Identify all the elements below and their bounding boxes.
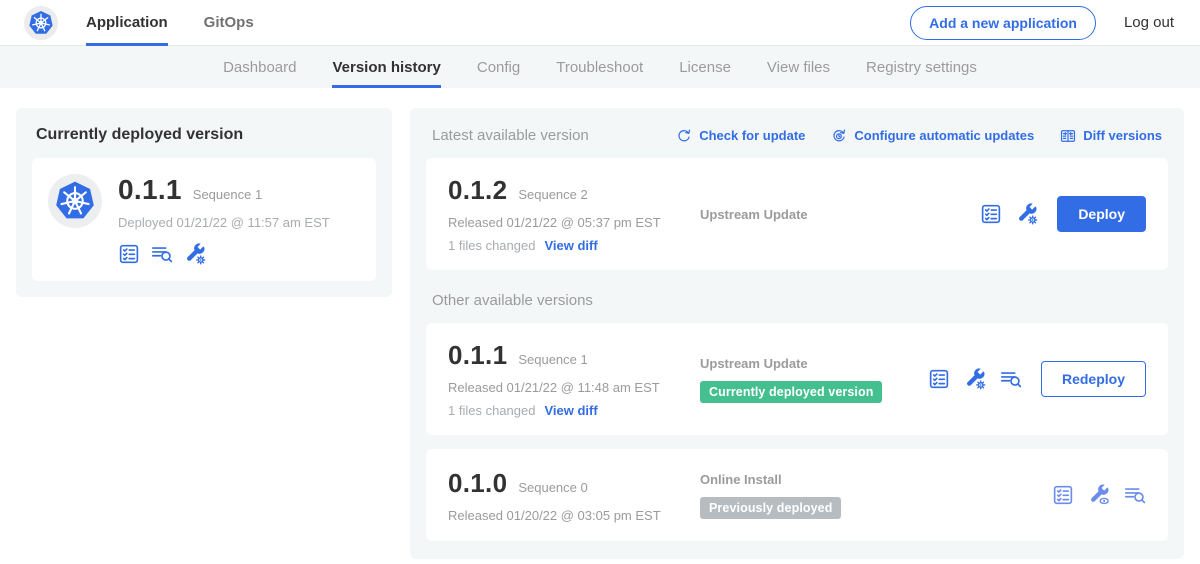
- files-changed-line: 1 files changed View diff: [448, 238, 700, 253]
- header-tab-application[interactable]: Application: [86, 0, 168, 46]
- diff-icon: [1060, 128, 1076, 144]
- header-tab-label: GitOps: [204, 14, 254, 31]
- action-configure-automatic-updates[interactable]: Configure automatic updates: [831, 128, 1034, 144]
- deploy-logs-icon[interactable]: [151, 243, 173, 265]
- edit-config-icon[interactable]: [1016, 203, 1038, 225]
- version-source: Upstream Update Currently deployed versio…: [700, 356, 928, 403]
- deployed-version-number: 0.1.1: [118, 174, 182, 206]
- version-actions: [1052, 484, 1146, 506]
- app-nav-tabs: Application GitOps: [86, 0, 290, 46]
- subnav-tab-label: Registry settings: [866, 59, 977, 76]
- edit-config-icon[interactable]: [964, 368, 986, 390]
- version-row-0-1-0: 0.1.0 Sequence 0 Released 01/20/22 @ 03:05…: [426, 449, 1168, 541]
- status-badge: Previously deployed: [700, 497, 841, 519]
- files-changed-line: 1 files changed View diff: [448, 403, 700, 418]
- sequence-label: Sequence 1: [518, 352, 587, 367]
- version-number: 0.1.1: [448, 340, 507, 371]
- subnav-tab-label: Config: [477, 59, 520, 76]
- version-row-0-1-1: 0.1.1 Sequence 1 Released 01/21/22 @ 11:48…: [426, 323, 1168, 435]
- redeploy-button[interactable]: Redeploy: [1041, 361, 1146, 397]
- version-row-0-1-2: 0.1.2 Sequence 2 Released 01/21/22 @ 05:37…: [426, 158, 1168, 270]
- subnav-tab-config[interactable]: Config: [477, 46, 520, 88]
- action-label: Diff versions: [1083, 128, 1162, 143]
- subnav-tab-license[interactable]: License: [679, 46, 731, 88]
- deploy-logs-icon[interactable]: [1124, 484, 1146, 506]
- version-number: 0.1.0: [448, 468, 507, 499]
- deploy-button[interactable]: Deploy: [1057, 196, 1146, 232]
- source-label: Online Install: [700, 472, 1052, 487]
- header-tab-gitops[interactable]: GitOps: [204, 0, 254, 46]
- deployed-sequence-label: Sequence 1: [193, 187, 262, 202]
- subnav-tab-version-history[interactable]: Version history: [332, 46, 440, 88]
- main-content: Currently deployed version 0.1.1 Sequenc…: [0, 88, 1200, 564]
- files-changed-label: 1 files changed: [448, 403, 535, 418]
- action-label: Configure automatic updates: [854, 128, 1034, 143]
- released-timestamp: Released 01/20/22 @ 03:05 pm EST: [448, 508, 700, 523]
- source-label: Upstream Update: [700, 207, 980, 222]
- version-line: 0.1.2 Sequence 2: [448, 175, 700, 206]
- view-config-icon[interactable]: [1088, 484, 1110, 506]
- version-info: 0.1.0 Sequence 0 Released 01/20/22 @ 03:05…: [448, 468, 700, 523]
- logout-button[interactable]: Log out: [1124, 14, 1174, 31]
- other-available-title: Other available versions: [432, 292, 1162, 309]
- deploy-logs-icon[interactable]: [1000, 368, 1022, 390]
- section-subnav: Dashboard Version history Config Troublesho…: [0, 46, 1200, 88]
- version-info: 0.1.2 Sequence 2 Released 01/21/22 @ 05:37…: [448, 175, 700, 253]
- deployed-version-actions: [118, 243, 330, 265]
- subnav-tab-view-files[interactable]: View files: [767, 46, 830, 88]
- version-history-panel: Latest available version Check for updat…: [410, 108, 1184, 559]
- auto-update-icon: [831, 128, 847, 144]
- version-actions: Redeploy: [928, 361, 1146, 397]
- app-logo: [48, 174, 102, 228]
- status-badge: Currently deployed version: [700, 381, 882, 403]
- subnav-tab-label: Troubleshoot: [556, 59, 643, 76]
- refresh-icon: [676, 128, 692, 144]
- preflight-checks-icon[interactable]: [980, 203, 1002, 225]
- action-check-for-update[interactable]: Check for update: [676, 128, 805, 144]
- version-source: Online Install Previously deployed: [700, 472, 1052, 519]
- kubernetes-logo: [24, 6, 58, 40]
- sequence-label: Sequence 0: [518, 480, 587, 495]
- update-actions: Check for update Configure automatic upda…: [676, 128, 1162, 144]
- latest-available-title: Latest available version: [432, 127, 676, 144]
- source-label: Upstream Update: [700, 356, 928, 371]
- edit-config-icon[interactable]: [184, 243, 206, 265]
- version-actions: Deploy: [980, 196, 1146, 232]
- subnav-tab-registry-settings[interactable]: Registry settings: [866, 46, 977, 88]
- version-number: 0.1.2: [448, 175, 507, 206]
- kubernetes-logo-icon: [28, 10, 54, 36]
- subnav-tab-dashboard[interactable]: Dashboard: [223, 46, 296, 88]
- subnav-tab-label: Dashboard: [223, 59, 296, 76]
- latest-available-header: Latest available version Check for updat…: [426, 124, 1168, 144]
- action-diff-versions[interactable]: Diff versions: [1060, 128, 1162, 144]
- preflight-checks-icon[interactable]: [118, 243, 140, 265]
- released-timestamp: Released 01/21/22 @ 11:48 am EST: [448, 380, 700, 395]
- preflight-checks-icon[interactable]: [1052, 484, 1074, 506]
- view-diff-link[interactable]: View diff: [544, 238, 597, 253]
- view-diff-link[interactable]: View diff: [544, 403, 597, 418]
- preflight-checks-icon[interactable]: [928, 368, 950, 390]
- app-logo-icon: [54, 180, 96, 222]
- version-source: Upstream Update: [700, 207, 980, 222]
- sequence-label: Sequence 2: [518, 187, 587, 202]
- subnav-tab-troubleshoot[interactable]: Troubleshoot: [556, 46, 643, 88]
- currently-deployed-panel: Currently deployed version 0.1.1 Sequenc…: [16, 108, 392, 297]
- version-line: 0.1.1 Sequence 1: [448, 340, 700, 371]
- deployed-version-card: 0.1.1 Sequence 1 Deployed 01/21/22 @ 11:…: [32, 158, 376, 281]
- files-changed-label: 1 files changed: [448, 238, 535, 253]
- subnav-tab-label: View files: [767, 59, 830, 76]
- top-navbar: ApplicationGitOps Add a new application …: [0, 0, 1200, 46]
- deployed-timestamp: Deployed 01/21/22 @ 11:57 am EST: [118, 215, 330, 230]
- released-timestamp: Released 01/21/22 @ 05:37 pm EST: [448, 215, 700, 230]
- add-application-button[interactable]: Add a new application: [910, 6, 1096, 40]
- action-label: Check for update: [699, 128, 805, 143]
- subnav-tab-label: Version history: [332, 59, 440, 76]
- version-info: 0.1.1 Sequence 1 Released 01/21/22 @ 11:48…: [448, 340, 700, 418]
- currently-deployed-title: Currently deployed version: [32, 124, 376, 144]
- subnav-tab-label: License: [679, 59, 731, 76]
- header-tab-label: Application: [86, 14, 168, 31]
- version-line: 0.1.0 Sequence 0: [448, 468, 700, 499]
